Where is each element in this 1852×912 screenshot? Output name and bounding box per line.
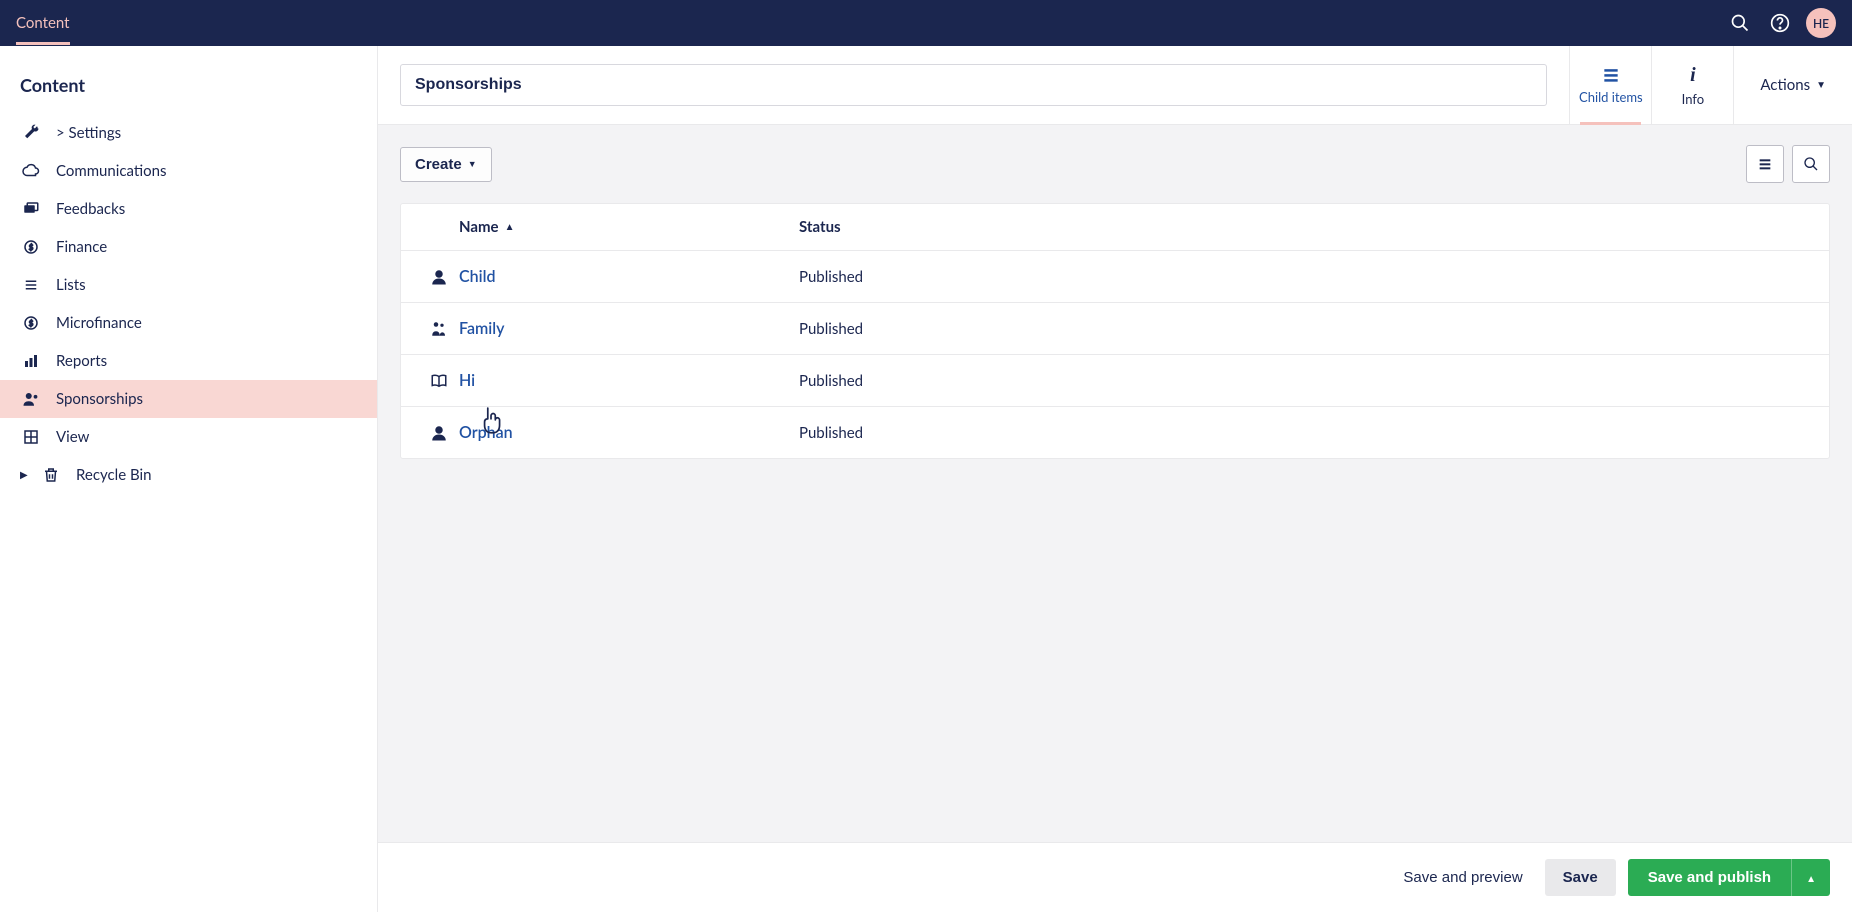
- tab-label: Child items: [1579, 89, 1643, 105]
- list-view-button[interactable]: [1746, 145, 1784, 183]
- sidebar-item-label: Finance: [56, 238, 107, 256]
- wrench-icon: [20, 124, 42, 142]
- title-input[interactable]: [400, 64, 1547, 106]
- topbar-title: Content: [16, 2, 70, 44]
- sidebar-item-lists[interactable]: Lists: [0, 266, 377, 304]
- family-icon: [419, 320, 459, 338]
- sidebar-item-label: > Settings: [56, 124, 121, 142]
- sidebar-item-reports[interactable]: Reports: [0, 342, 377, 380]
- info-icon: i: [1690, 64, 1696, 87]
- save-publish-button[interactable]: Save and publish: [1628, 859, 1791, 896]
- sidebar-item-communications[interactable]: Communications: [0, 152, 377, 190]
- sidebar-item-feedbacks[interactable]: Feedbacks: [0, 190, 377, 228]
- sidebar-item-label: Sponsorships: [56, 390, 143, 408]
- sidebar-item-label: Feedbacks: [56, 200, 125, 218]
- person-icon: [419, 424, 459, 442]
- person-icon: [419, 268, 459, 286]
- sidebar-item-sponsorships[interactable]: Sponsorships: [0, 380, 377, 418]
- sidebar-item-label: Communications: [56, 162, 167, 180]
- sidebar-item-label: View: [56, 428, 89, 446]
- row-status: Published: [799, 320, 1811, 338]
- sidebar-item-label: Reports: [56, 352, 107, 370]
- main: Child items i Info Actions ▼ Create ▼: [378, 46, 1852, 912]
- toolbar: Create ▼: [378, 125, 1852, 203]
- items-table: Name ▲ Status Child Published Family Pub…: [400, 203, 1830, 459]
- list-lines-icon: [20, 276, 42, 294]
- table-header: Name ▲ Status: [401, 204, 1829, 251]
- grid-icon: [20, 428, 42, 446]
- coin-icon: $: [20, 314, 42, 332]
- list-icon: [1601, 65, 1621, 85]
- sidebar-item-settings[interactable]: > Settings: [0, 114, 377, 152]
- sidebar: Content > Settings Communications Feedba…: [0, 46, 378, 912]
- save-preview-button[interactable]: Save and preview: [1393, 861, 1532, 894]
- search-icon[interactable]: [1720, 3, 1760, 43]
- table-row[interactable]: Family Published: [401, 303, 1829, 355]
- actions-dropdown[interactable]: Actions ▼: [1733, 46, 1852, 124]
- topbar-section-content[interactable]: Content: [16, 2, 70, 44]
- sidebar-item-finance[interactable]: $ Finance: [0, 228, 377, 266]
- tab-info[interactable]: i Info: [1651, 46, 1733, 124]
- avatar[interactable]: HE: [1806, 8, 1836, 38]
- column-status[interactable]: Status: [799, 218, 1811, 236]
- sidebar-item-view[interactable]: View: [0, 418, 377, 456]
- caret-down-icon: ▼: [468, 159, 477, 169]
- svg-text:$: $: [29, 319, 33, 328]
- sidebar-heading: Content: [0, 66, 377, 114]
- folders-icon: [20, 200, 42, 218]
- row-name: Family: [459, 319, 799, 338]
- row-name: Child: [459, 267, 799, 286]
- coin-icon: $: [20, 238, 42, 256]
- create-button[interactable]: Create ▼: [400, 147, 492, 182]
- row-status: Published: [799, 424, 1811, 442]
- column-name[interactable]: Name ▲: [459, 218, 799, 236]
- table-row[interactable]: Child Published: [401, 251, 1829, 303]
- caret-up-icon: ▲: [1806, 874, 1816, 885]
- book-icon: [419, 372, 459, 390]
- help-icon[interactable]: [1760, 3, 1800, 43]
- tab-label: Info: [1682, 91, 1704, 107]
- search-button[interactable]: [1792, 145, 1830, 183]
- table-row[interactable]: Orphan Published: [401, 407, 1829, 458]
- sidebar-item-label: Recycle Bin: [76, 466, 152, 484]
- sort-asc-icon: ▲: [505, 221, 515, 233]
- row-status: Published: [799, 372, 1811, 390]
- chart-icon: [20, 352, 42, 370]
- trash-icon: [40, 466, 62, 484]
- actions-label: Actions: [1760, 76, 1810, 94]
- sidebar-item-microfinance[interactable]: $ Microfinance: [0, 304, 377, 342]
- row-name: Hi: [459, 371, 799, 390]
- publish-dropdown-button[interactable]: ▲: [1791, 859, 1830, 896]
- sidebar-item-recycle-bin[interactable]: ▶ Recycle Bin: [0, 456, 377, 494]
- cloud-icon: [20, 162, 42, 180]
- save-button[interactable]: Save: [1545, 859, 1616, 896]
- sidebar-item-label: Microfinance: [56, 314, 142, 332]
- table-row[interactable]: Hi Published: [401, 355, 1829, 407]
- tab-child-items[interactable]: Child items: [1569, 46, 1651, 124]
- sidebar-item-label: Lists: [56, 276, 86, 294]
- create-label: Create: [415, 156, 462, 173]
- content-header: Child items i Info Actions ▼: [378, 46, 1852, 125]
- svg-text:$: $: [29, 243, 33, 252]
- caret-right-icon[interactable]: ▶: [20, 469, 32, 481]
- row-status: Published: [799, 268, 1811, 286]
- row-name: Orphan: [459, 423, 799, 442]
- users-icon: [20, 390, 42, 408]
- caret-down-icon: ▼: [1816, 79, 1826, 91]
- footer: Save and preview Save Save and publish ▲: [378, 842, 1852, 912]
- topbar: Content HE: [0, 0, 1852, 46]
